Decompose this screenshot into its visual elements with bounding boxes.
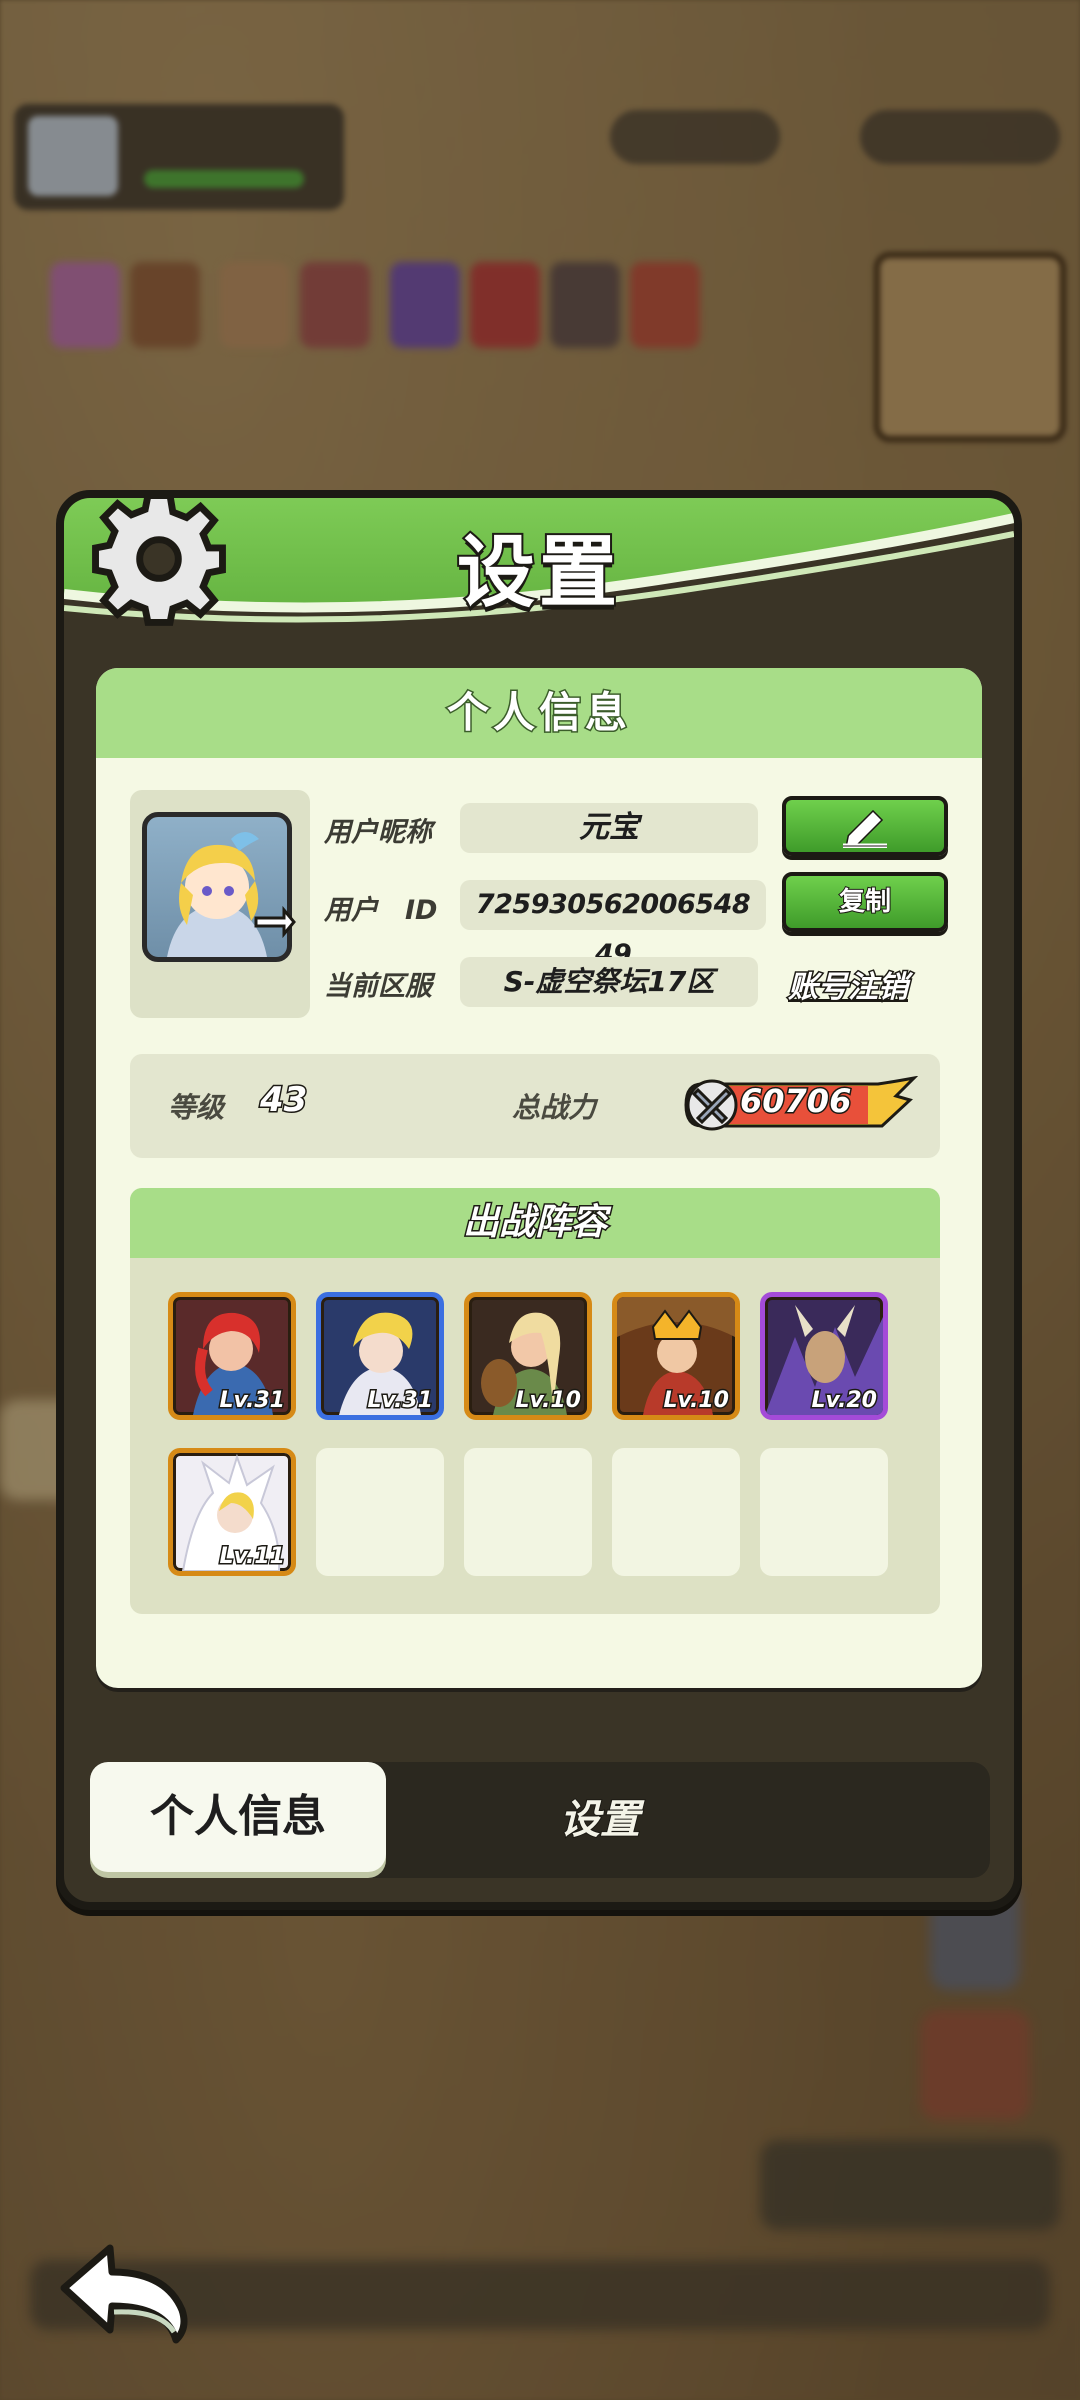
- level-label: 等级: [168, 1091, 225, 1124]
- personal-info-panel: 个人信息 用户昵称 元宝: [96, 668, 982, 1688]
- nickname-label: 用户昵称: [324, 817, 432, 848]
- hero-level: Lv.31: [366, 1387, 435, 1415]
- back-arrow-icon[interactable]: [56, 2236, 192, 2346]
- avatar-box[interactable]: [130, 790, 310, 1018]
- hero-slot-6[interactable]: Lv.11: [168, 1448, 296, 1576]
- stats-bar: 等级 43 总战力 60706: [130, 1054, 940, 1158]
- level-value: 43: [258, 1079, 308, 1122]
- hero-level: Lv.10: [514, 1387, 583, 1415]
- hero-level: Lv.31: [218, 1387, 287, 1415]
- personal-info-header: 个人信息: [96, 668, 982, 758]
- edit-nickname-button[interactable]: [782, 796, 948, 856]
- empty-slot[interactable]: [612, 1448, 740, 1576]
- swap-arrows-icon[interactable]: [250, 902, 298, 950]
- empty-slot[interactable]: [464, 1448, 592, 1576]
- server-field: S-虚空祭坛17区: [460, 957, 758, 1007]
- server-label: 当前区服: [324, 971, 432, 1002]
- nickname-field: 元宝: [460, 803, 758, 853]
- hero-slot-1[interactable]: Lv.31: [168, 1292, 296, 1420]
- hero-level: Lv.11: [218, 1543, 287, 1571]
- power-label: 总战力: [512, 1091, 597, 1124]
- hero-slot-2[interactable]: Lv.31: [316, 1292, 444, 1420]
- settings-dialog: 设置 个人信息: [56, 490, 1022, 1910]
- power-value: 60706: [738, 1081, 852, 1122]
- copy-id-button[interactable]: 复制: [782, 872, 948, 932]
- pencil-icon: [843, 809, 887, 849]
- empty-slot[interactable]: [760, 1448, 888, 1576]
- empty-slot[interactable]: [316, 1448, 444, 1576]
- user-id-label: 用户 ID: [324, 895, 438, 926]
- tab-settings[interactable]: 设置: [480, 1762, 720, 1878]
- cancel-account-link[interactable]: 账号注销: [787, 962, 910, 1007]
- lineup-title: 出战阵容: [130, 1188, 940, 1258]
- tab-bar: 个人信息 设置: [90, 1762, 990, 1878]
- hero-level: Lv.10: [662, 1387, 731, 1415]
- user-id-field: 725930562006548​49: [460, 880, 766, 970]
- hero-slot-3[interactable]: Lv.10: [464, 1292, 592, 1420]
- gear-icon: [92, 492, 226, 626]
- hero-level: Lv.20: [810, 1387, 879, 1415]
- hero-slot-5[interactable]: Lv.20: [760, 1292, 888, 1420]
- battle-lineup: 出战阵容 Lv.31 Lv.31 Lv.10 Lv.10 Lv.20 Lv.11: [130, 1188, 940, 1614]
- hero-slot-4[interactable]: Lv.10: [612, 1292, 740, 1420]
- tab-personal-info[interactable]: 个人信息: [90, 1762, 386, 1872]
